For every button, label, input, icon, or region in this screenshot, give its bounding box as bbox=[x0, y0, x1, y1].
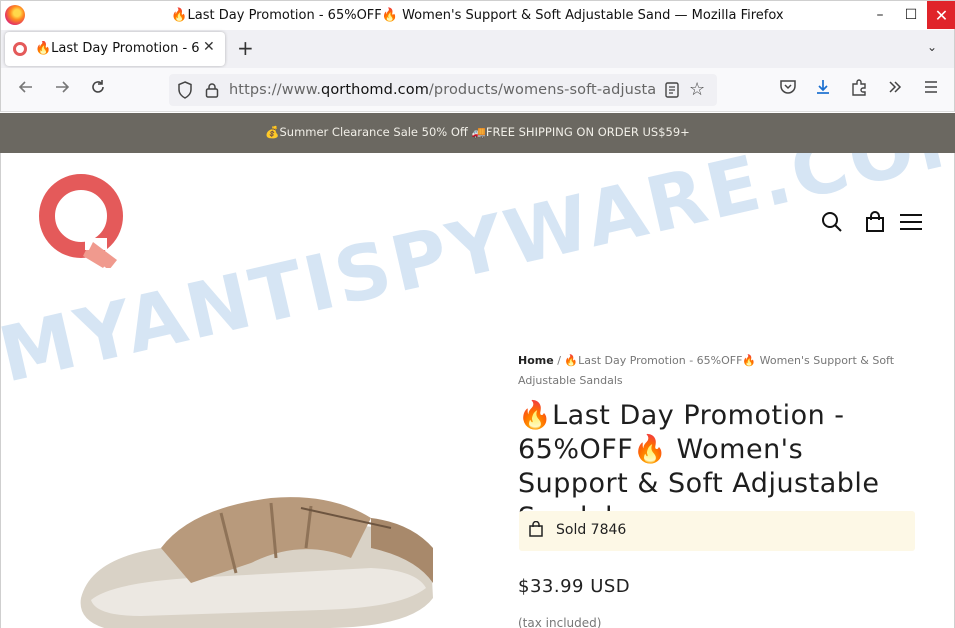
announcement-text: 💰Summer Clearance Sale 50% Off 🚚FREE SHI… bbox=[265, 125, 690, 139]
puzzle-piece-icon bbox=[852, 79, 866, 96]
pocket-icon bbox=[780, 80, 796, 94]
site-favicon-icon bbox=[13, 42, 27, 56]
window-titlebar: 🔥Last Day Promotion - 65%OFF🔥 Women's Su… bbox=[0, 0, 955, 30]
product-image-sandal[interactable] bbox=[71, 488, 441, 628]
bookmark-star-icon[interactable]: ☆ bbox=[689, 79, 705, 100]
store-logo[interactable] bbox=[37, 172, 129, 268]
address-bar[interactable]: https://www.qorthomd.com/products/womens… bbox=[169, 74, 717, 106]
forward-button[interactable] bbox=[51, 78, 73, 100]
sold-count-badge: Sold 7846 bbox=[519, 511, 915, 551]
app-menu-button[interactable] bbox=[920, 78, 942, 100]
reader-view-icon[interactable] bbox=[665, 82, 679, 98]
window-title: 🔥Last Day Promotion - 65%OFF🔥 Women's Su… bbox=[171, 8, 784, 23]
back-button[interactable] bbox=[15, 78, 37, 100]
reload-icon bbox=[92, 80, 104, 93]
menu-icon[interactable] bbox=[899, 211, 923, 233]
navigation-toolbar: https://www.qorthomd.com/products/womens… bbox=[0, 68, 955, 112]
tax-note: (tax included) bbox=[518, 616, 602, 628]
product-price: $33.99 USD bbox=[518, 576, 631, 597]
pocket-button[interactable] bbox=[777, 78, 799, 100]
tab-title: 🔥Last Day Promotion - 6 bbox=[35, 41, 200, 56]
tracking-protection-shield-icon[interactable] bbox=[177, 81, 193, 99]
page-content: Home / 🔥Last Day Promotion - 65%OFF🔥 Wom… bbox=[0, 153, 955, 628]
tab-close-button[interactable]: ✕ bbox=[203, 39, 215, 55]
search-icon[interactable] bbox=[821, 211, 843, 233]
url-prefix: https://www. bbox=[229, 82, 322, 98]
new-tab-button[interactable]: + bbox=[237, 38, 254, 58]
breadcrumb-home-link[interactable]: Home bbox=[518, 354, 554, 367]
tab-active[interactable]: 🔥Last Day Promotion - 6 ✕ bbox=[5, 32, 225, 66]
minimize-button[interactable]: – bbox=[865, 1, 895, 29]
reload-button[interactable] bbox=[87, 78, 109, 100]
url-text[interactable]: https://www.qorthomd.com/products/womens… bbox=[229, 82, 659, 98]
breadcrumb: Home / 🔥Last Day Promotion - 65%OFF🔥 Wom… bbox=[518, 351, 918, 391]
announcement-bar: 💰Summer Clearance Sale 50% Off 🚚FREE SHI… bbox=[0, 113, 955, 153]
back-arrow-icon bbox=[18, 81, 32, 93]
breadcrumb-current: 🔥Last Day Promotion - 65%OFF🔥 Women's Su… bbox=[518, 354, 895, 387]
url-path: /products/womens-soft-adjusta bbox=[428, 82, 657, 98]
download-arrow-icon bbox=[817, 80, 829, 94]
sold-count-text: Sold 7846 bbox=[556, 522, 627, 538]
double-chevron-right-icon bbox=[889, 81, 902, 93]
more-tools-button[interactable] bbox=[884, 78, 906, 100]
list-all-tabs-button[interactable]: ⌄ bbox=[927, 40, 937, 54]
lock-icon[interactable] bbox=[205, 82, 219, 98]
hamburger-menu-icon bbox=[925, 81, 937, 93]
extensions-button[interactable] bbox=[848, 78, 870, 100]
shopping-bag-icon[interactable] bbox=[865, 211, 885, 233]
maximize-button[interactable]: ☐ bbox=[896, 1, 926, 29]
url-domain: qorthomd.com bbox=[321, 82, 429, 98]
breadcrumb-separator: / bbox=[557, 354, 561, 367]
downloads-button[interactable] bbox=[812, 78, 834, 100]
close-window-button[interactable]: ✕ bbox=[927, 1, 955, 29]
forward-arrow-icon bbox=[56, 81, 70, 93]
tab-strip: 🔥Last Day Promotion - 6 ✕ + ⌄ bbox=[0, 30, 955, 68]
shopping-bag-icon bbox=[529, 521, 543, 537]
